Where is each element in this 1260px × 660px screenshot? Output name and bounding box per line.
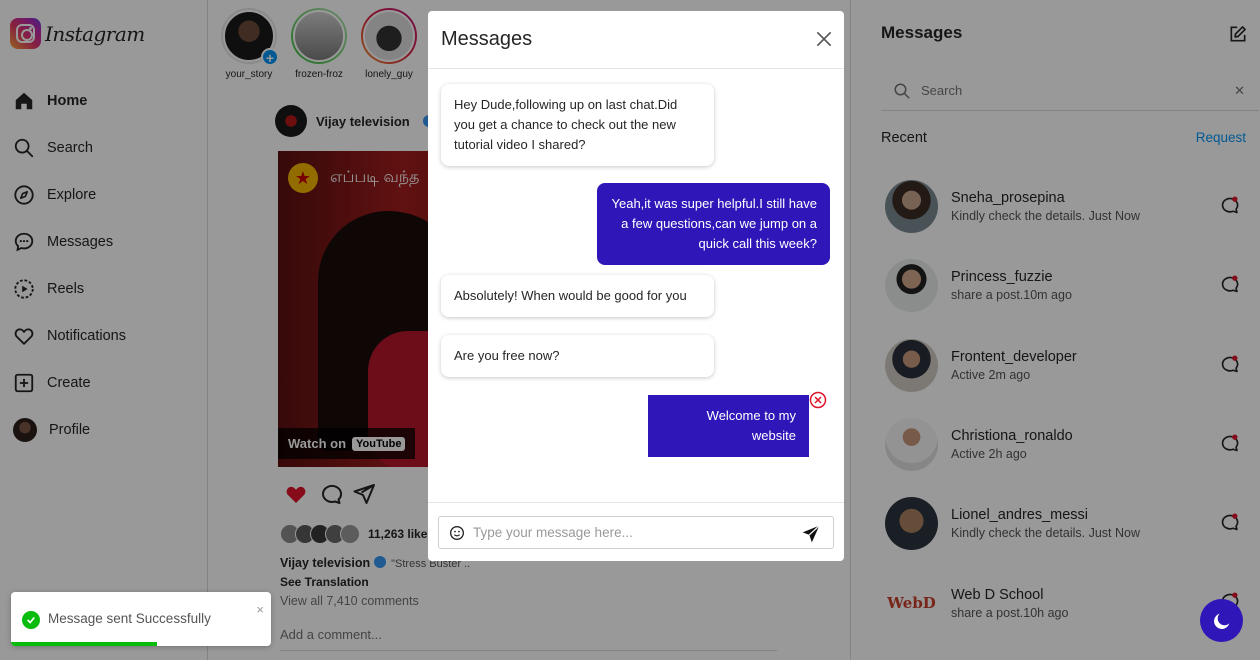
emoji-icon[interactable] [449,525,465,541]
toast-notification: Message sent Successfully × [11,592,271,646]
messages-modal: Messages Hey Dude,following up on last c… [428,11,844,561]
toast-close-icon[interactable]: × [256,602,264,617]
modal-title: Messages [441,28,533,50]
message-bubble-incoming: Hey Dude,following up on last chat.Did y… [441,84,714,166]
message-bubble-incoming: Are you free now? [441,335,714,377]
composer-box [438,516,834,549]
message-bubble-incoming: Absolutely! When would be good for you [441,275,714,317]
moon-icon [1213,613,1229,629]
message-failed-icon[interactable] [809,391,827,409]
toast-progress-bar [11,642,157,646]
send-icon[interactable] [801,524,821,544]
message-bubble-outgoing: Yeah,it was super helpful.I still have a… [597,183,830,265]
success-check-icon [22,611,40,629]
message-composer [428,502,844,561]
modal-header: Messages [428,11,844,69]
message-input[interactable] [473,525,793,540]
close-icon[interactable] [814,29,834,49]
toast-message: Message sent Successfully [48,611,211,626]
theme-toggle-button[interactable] [1200,599,1243,642]
message-bubble-outgoing: Welcome to my website [648,395,809,457]
